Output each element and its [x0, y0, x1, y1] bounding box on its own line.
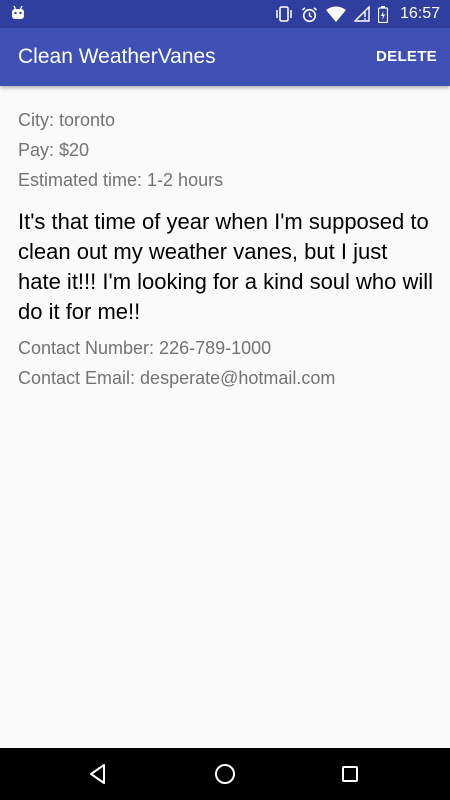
alarm-icon [301, 6, 317, 22]
delete-button[interactable]: DELETE [376, 28, 437, 86]
job-contact-email: Contact Email: desperate@hotmail.com [18, 368, 336, 388]
job-city: City: toronto [18, 110, 116, 130]
status-time: 16:57 [399, 5, 440, 22]
status-icons: 16:57 [275, 0, 440, 28]
job-pay: Pay: $20 [18, 140, 90, 160]
android-icon [12, 5, 24, 19]
job-contact-number: Contact Number: 226-789-1000 [18, 338, 272, 358]
no-sim-icon [353, 6, 370, 22]
job-estimated-time: Estimated time: 1-2 hours [18, 170, 224, 190]
recents-icon [342, 766, 358, 782]
battery-icon [377, 5, 388, 23]
navigation-bar [0, 748, 450, 800]
status-bar: 16:57 [0, 0, 450, 28]
back-button[interactable] [68, 748, 128, 800]
back-icon [90, 764, 105, 784]
page-title: Clean WeatherVanes [18, 45, 216, 68]
vibrate-icon [276, 6, 292, 22]
wifi-icon [325, 6, 346, 22]
home-icon [215, 764, 235, 784]
home-button[interactable] [195, 748, 255, 800]
recents-button[interactable] [320, 748, 380, 800]
app-bar: Clean WeatherVanes DELETE [0, 28, 450, 86]
job-details: City: toronto Pay: $20 Estimated time: 1… [18, 105, 436, 393]
job-description: It's that time of year when I'm supposed… [18, 209, 434, 324]
